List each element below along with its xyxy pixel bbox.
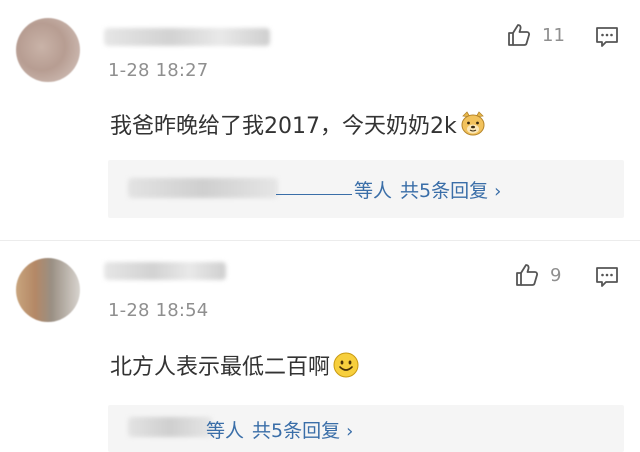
comment-text-row: 我爸昨晚给了我2017，今天奶奶2k <box>110 108 487 144</box>
chevron-right-icon: › <box>494 181 502 202</box>
comment-text: 北方人表示最低二百啊 <box>110 355 331 380</box>
reply-username-underline <box>276 194 352 195</box>
like-count: 9 <box>550 264 562 286</box>
smile-emoji-icon <box>332 351 360 385</box>
comment-text: 我爸昨晚给了我2017，今天奶奶2k <box>110 114 457 139</box>
doge-emoji-icon <box>459 110 487 144</box>
reply-usernames-blurred <box>128 178 278 198</box>
comment-timestamp: 1-28 18:27 <box>108 60 209 81</box>
reply-usernames-blurred <box>128 417 212 437</box>
comment-timestamp: 1-28 18:54 <box>108 300 209 321</box>
like-count: 11 <box>542 24 565 46</box>
comment-actions: 11 <box>506 22 618 48</box>
comment-bubble-icon[interactable] <box>594 24 620 50</box>
comment-item: 1-28 18:27 11 我爸昨晚给了我2017，今天奶奶2k 等人 共5条回… <box>0 0 640 240</box>
comment-bubble-icon[interactable] <box>594 264 620 290</box>
chevron-right-icon: › <box>346 421 354 442</box>
comment-item: 1-28 18:54 9 北方人表示最低二百啊 等人 共5条回复 › <box>0 240 640 452</box>
reply-summary[interactable]: 等人 共5条回复 › <box>354 176 501 203</box>
reply-preview[interactable]: 等人 共5条回复 › <box>108 405 624 452</box>
reply-preview[interactable]: 等人 共5条回复 › <box>108 160 624 218</box>
comment-text-row: 北方人表示最低二百啊 <box>110 349 360 385</box>
reply-users-suffix: 等人 <box>354 180 393 202</box>
reply-total-link[interactable]: 共5条回复 <box>252 420 340 442</box>
reply-summary[interactable]: 等人 共5条回复 › <box>206 416 353 443</box>
username-blurred[interactable] <box>104 262 226 280</box>
reply-total-link[interactable]: 共5条回复 <box>400 180 488 202</box>
reply-users-suffix: 等人 <box>206 420 245 442</box>
avatar[interactable] <box>16 258 80 322</box>
thumbs-up-icon[interactable] <box>514 262 540 288</box>
username-blurred[interactable] <box>104 28 270 46</box>
avatar[interactable] <box>16 18 80 82</box>
thumbs-up-icon[interactable] <box>506 22 532 48</box>
comment-actions: 9 <box>514 262 618 288</box>
